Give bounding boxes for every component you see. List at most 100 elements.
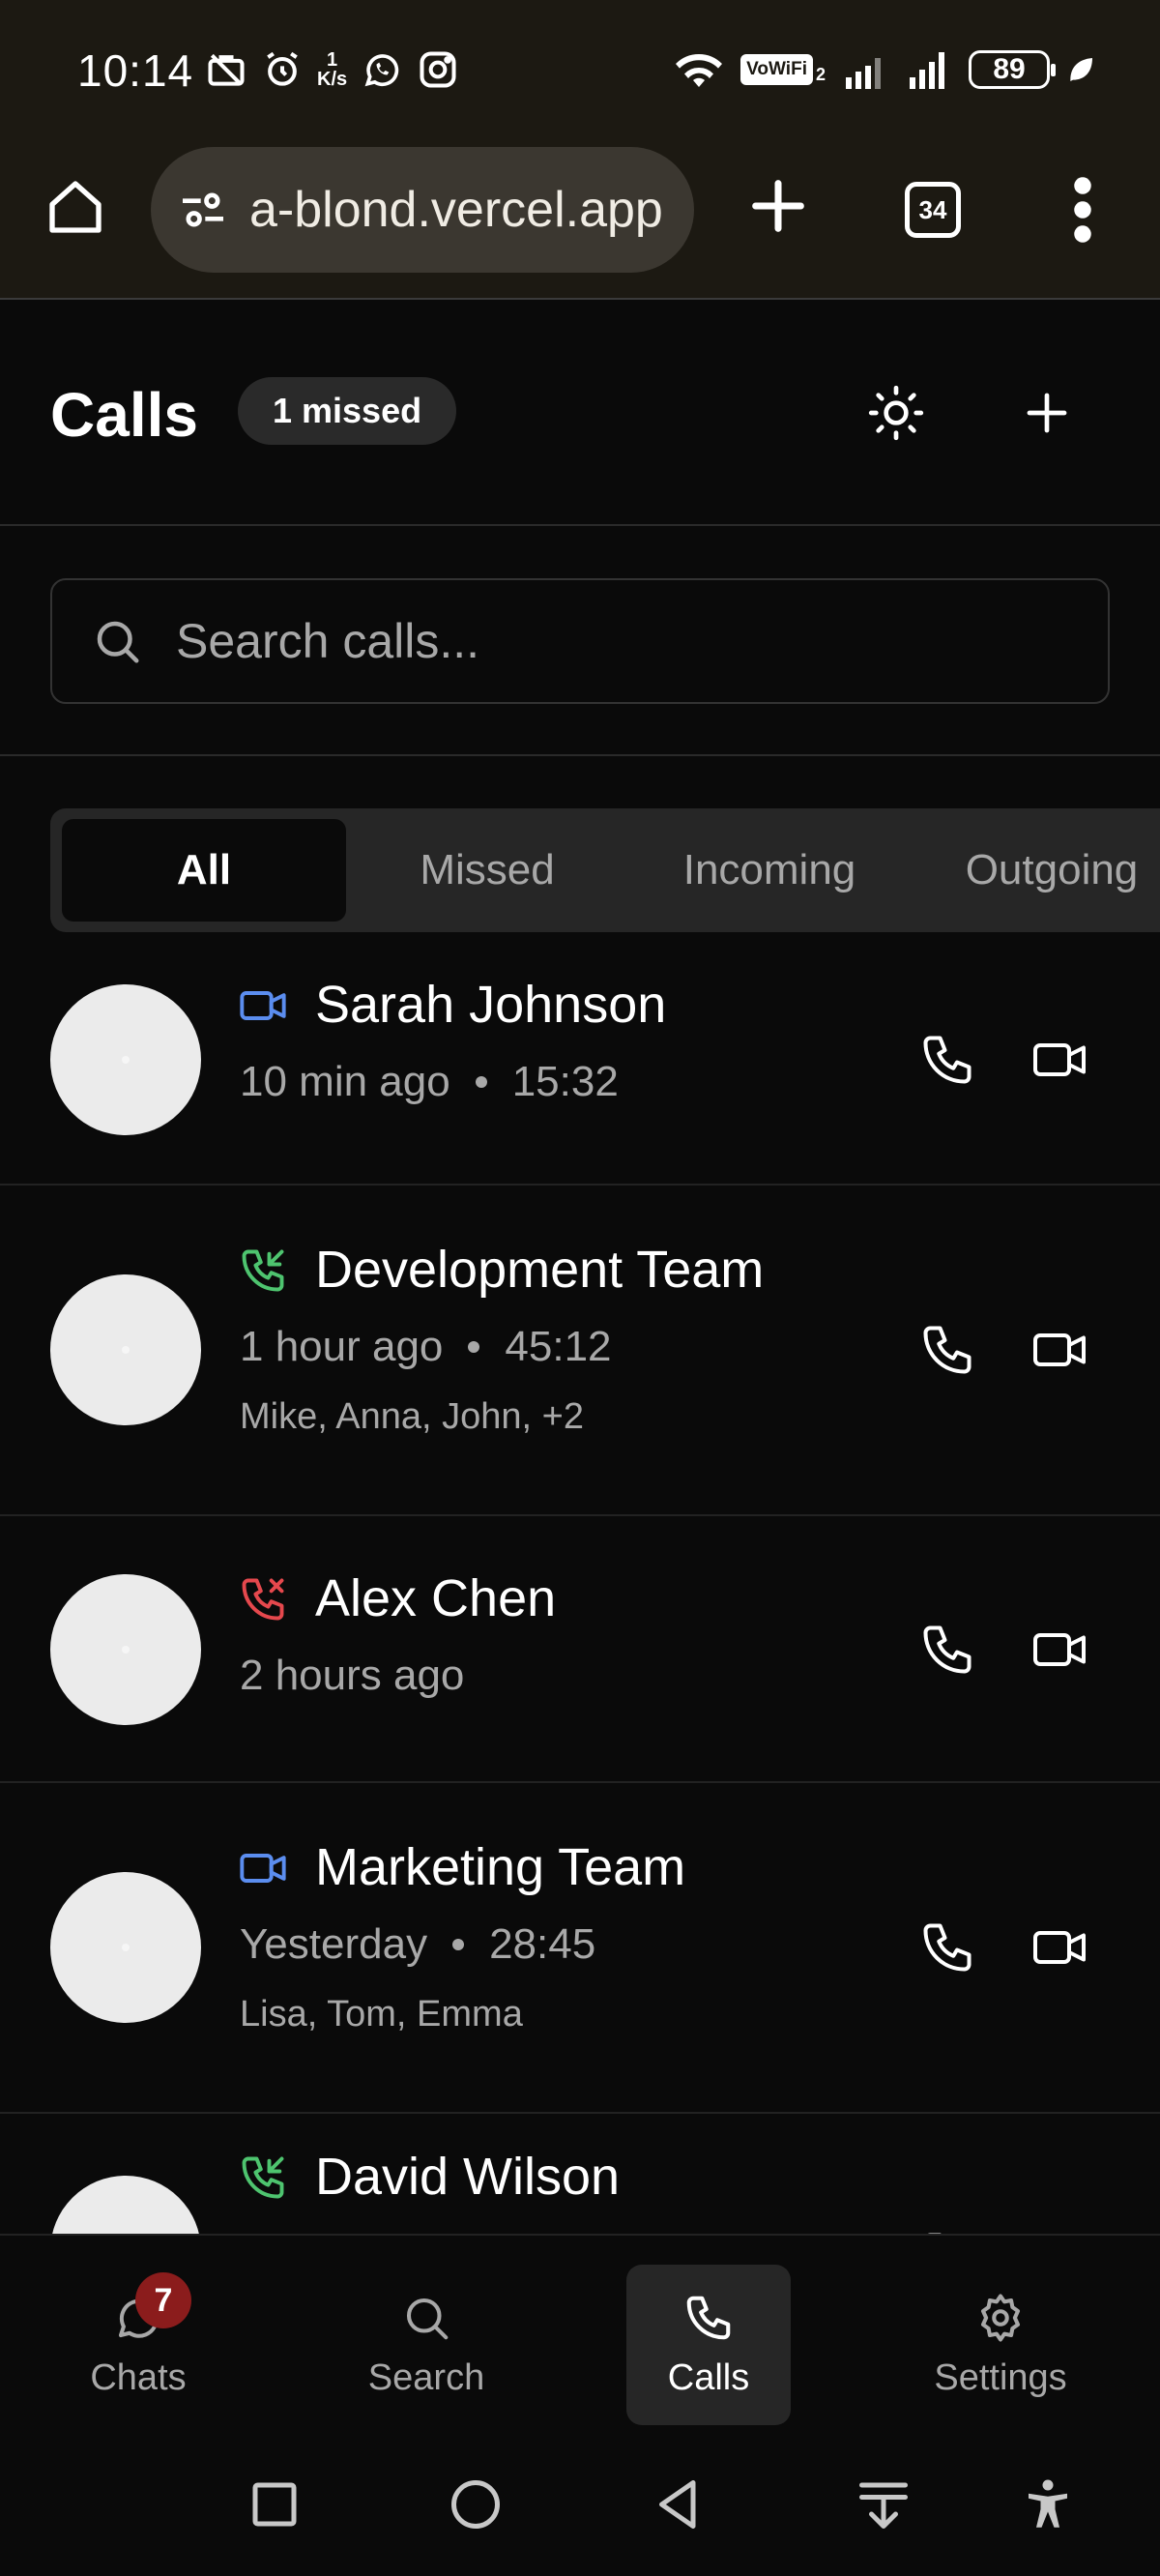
contact-name: Development Team xyxy=(315,1241,765,1299)
accessibility-icon[interactable] xyxy=(1019,2475,1077,2533)
call-meta: 10 min ago 15:32 xyxy=(240,1058,619,1106)
more-options-icon[interactable] xyxy=(1063,176,1102,244)
tab-all[interactable]: All xyxy=(62,819,346,922)
call-row[interactable]: David Wilson xyxy=(0,2114,1160,2236)
new-call-icon[interactable] xyxy=(1017,383,1077,443)
call-duration: 28:45 xyxy=(489,1920,596,1968)
nav-settings[interactable]: Settings xyxy=(918,2265,1083,2425)
nav-label: Settings xyxy=(934,2356,1067,2398)
gear-icon xyxy=(980,2293,1021,2342)
call-meta: Yesterday 28:45 xyxy=(240,1920,595,1969)
nav-label: Search xyxy=(367,2356,485,2398)
battery-indicator: 89 xyxy=(969,50,1056,89)
contact-name: Marketing Team xyxy=(315,1838,686,1896)
tab-switcher-button[interactable]: 34 xyxy=(905,182,961,238)
search-section xyxy=(0,526,1160,756)
bottom-navigation: Chats 7 Search Calls Settings xyxy=(0,2234,1160,2433)
recents-icon[interactable] xyxy=(246,2475,304,2533)
nav-search[interactable]: Search xyxy=(344,2265,508,2425)
url-text[interactable]: a-blond.vercel.app xyxy=(249,181,663,239)
system-status-icons: VoWiFi 2 89 xyxy=(673,48,1096,91)
avatar xyxy=(50,1872,201,2023)
call-row[interactable]: Alex Chen 2 hours ago xyxy=(0,1516,1160,1783)
wifi-icon xyxy=(676,54,723,87)
missed-count-badge: 1 missed xyxy=(238,377,457,445)
avatar xyxy=(50,984,201,1135)
vowifi-indicator: VoWiFi 2 xyxy=(740,54,826,85)
notification-icons: 1 K/s xyxy=(205,48,459,91)
phone-icon xyxy=(686,2296,731,2339)
new-tab-icon[interactable] xyxy=(744,172,812,240)
call-time: 10 min ago xyxy=(240,1058,450,1105)
search-input[interactable] xyxy=(176,613,1027,669)
video-icon[interactable] xyxy=(1030,1621,1088,1679)
work-profile-icon xyxy=(208,53,245,86)
instagram-icon xyxy=(420,51,456,88)
unread-badge: 7 xyxy=(135,2272,191,2328)
call-meta: 2 hours ago xyxy=(240,1652,464,1700)
contact-name: Sarah Johnson xyxy=(315,976,667,1034)
call-row[interactable]: Marketing Team Yesterday 28:45 Lisa, Tom… xyxy=(0,1783,1160,2114)
avatar xyxy=(50,2176,201,2236)
missed-call-icon xyxy=(242,1578,284,1621)
video-icon[interactable] xyxy=(1030,1031,1088,1089)
avatar xyxy=(50,1274,201,1425)
separator-dot xyxy=(475,1076,487,1088)
home-circle-icon[interactable] xyxy=(447,2475,505,2533)
search-icon xyxy=(97,621,139,663)
incoming-call-icon xyxy=(242,2156,284,2199)
participants: Lisa, Tom, Emma xyxy=(240,1994,523,2034)
phone-icon[interactable] xyxy=(918,1621,976,1679)
tab-outgoing[interactable]: Outgoing xyxy=(911,819,1160,922)
incoming-call-icon xyxy=(242,1249,284,1292)
app-header: Calls 1 missed xyxy=(0,300,1160,526)
contact-name: David Wilson xyxy=(315,2148,621,2206)
tab-missed[interactable]: Missed xyxy=(346,819,628,922)
avatar xyxy=(50,1574,201,1725)
address-bar[interactable]: a-blond.vercel.app xyxy=(151,147,694,273)
whatsapp-icon xyxy=(364,54,399,87)
site-settings-icon[interactable] xyxy=(176,183,230,237)
nav-label: Chats xyxy=(90,2356,187,2398)
call-time: 2 hours ago xyxy=(240,1652,465,1699)
separator-dot xyxy=(452,1939,465,1950)
system-navigation-bar xyxy=(0,2433,1160,2576)
call-duration: 15:32 xyxy=(511,1058,619,1105)
battery-saver-leaf-icon xyxy=(1070,58,1092,81)
network-speed: 1 K/s xyxy=(317,49,348,90)
filter-tabs: All Missed Incoming Outgoing xyxy=(50,808,1160,932)
video-icon[interactable] xyxy=(1030,1321,1088,1379)
call-meta: 1 hour ago 45:12 xyxy=(240,1323,612,1371)
video-call-icon xyxy=(240,1854,286,1883)
call-row[interactable]: Sarah Johnson 10 min ago 15:32 xyxy=(0,950,1160,1186)
sun-icon[interactable] xyxy=(866,383,926,443)
search-icon xyxy=(406,2298,449,2339)
status-time: 10:14 xyxy=(77,45,194,96)
nav-calls[interactable]: Calls xyxy=(626,2265,791,2425)
page-title: Calls xyxy=(50,380,198,450)
signal-roaming-icon xyxy=(846,58,881,89)
home-icon[interactable] xyxy=(44,176,106,238)
nav-label: Calls xyxy=(667,2356,750,2398)
participants: Mike, Anna, John, +2 xyxy=(240,1396,584,1437)
signal-icon xyxy=(910,52,944,89)
video-call-icon xyxy=(240,991,286,1020)
call-time: 1 hour ago xyxy=(240,1323,444,1370)
call-list: Sarah Johnson 10 min ago 15:32 Developme… xyxy=(0,950,1160,2236)
tab-incoming[interactable]: Incoming xyxy=(628,819,911,922)
contact-name: Alex Chen xyxy=(315,1569,557,1627)
phone-icon[interactable] xyxy=(918,1918,976,1976)
call-row[interactable]: Development Team 1 hour ago 45:12 Mike, … xyxy=(0,1186,1160,1516)
back-icon[interactable] xyxy=(650,2475,708,2533)
phone-icon[interactable] xyxy=(918,1321,976,1379)
separator-dot xyxy=(468,1341,480,1353)
status-bar: 10:14 1 K/s VoWiFi 2 89 xyxy=(0,0,1160,141)
search-box[interactable] xyxy=(50,578,1110,704)
alarm-icon xyxy=(267,51,298,86)
video-icon[interactable] xyxy=(1030,1918,1088,1976)
browser-toolbar: a-blond.vercel.app 34 xyxy=(0,141,1160,300)
phone-icon[interactable] xyxy=(918,1031,976,1089)
call-duration: 45:12 xyxy=(505,1323,612,1370)
notification-shade-icon[interactable] xyxy=(855,2475,913,2533)
call-time: Yesterday xyxy=(240,1920,428,1968)
